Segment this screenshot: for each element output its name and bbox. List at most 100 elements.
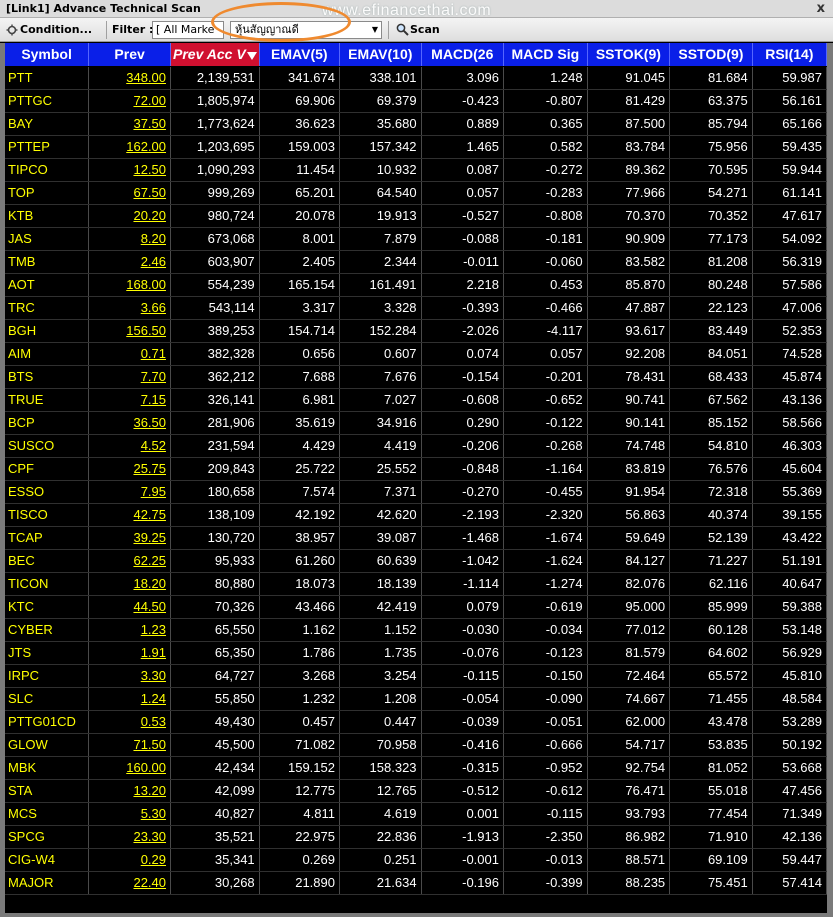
cell-prev[interactable]: 3.66 [88,296,172,320]
cell-prev[interactable]: 42.75 [88,503,172,527]
table-row[interactable]: ESSO 7.95 180,658 7.574 7.371 -0.270 -0.455 91.… [5,480,827,504]
cell-prev[interactable]: 0.71 [88,342,172,366]
cell-prev[interactable]: 22.40 [88,871,172,895]
scan-button[interactable]: Scan [393,20,443,40]
column-header-sstok-9[interactable]: SSTOK(9) [587,43,671,67]
market-filter-field[interactable]: [ All Marke [152,21,224,39]
column-header-emav-5[interactable]: EMAV(5) [259,43,340,67]
cell-prev[interactable]: 25.75 [88,457,172,481]
column-header-prev-acc-vol[interactable]: Prev Acc V [170,43,260,67]
close-icon[interactable]: x [817,0,825,18]
table-row[interactable]: KTC 44.50 70,326 43.466 42.419 0.079 -0.619 95.… [5,595,827,619]
cell-prev[interactable]: 7.95 [88,480,172,504]
cell-prev[interactable]: 18.20 [88,572,172,596]
table-row[interactable]: TCAP 39.25 130,720 38.957 39.087 -1.468 -1.674… [5,526,827,550]
cell-prev[interactable]: 0.53 [88,710,172,734]
cell-prev[interactable]: 7.15 [88,388,172,412]
column-header-label: EMAV(5) [271,46,328,63]
cell-prev[interactable]: 62.25 [88,549,172,573]
table-row[interactable]: BGH 156.50 389,253 154.714 152.284 -2.026 -4.1… [5,319,827,343]
cell-macd-signal: 1.248 [503,66,588,90]
column-header-macd-signal[interactable]: MACD Sig [503,43,588,67]
cell-prev[interactable]: 1.91 [88,641,172,665]
cell-prev-acc-vol: 1,203,695 [170,135,260,159]
table-row[interactable]: BTS 7.70 362,212 7.688 7.676 -0.154 -0.201 78.4… [5,365,827,389]
cell-prev[interactable]: 1.24 [88,687,172,711]
cell-prev[interactable]: 20.20 [88,204,172,228]
column-header-rsi-14[interactable]: RSI(14) [752,43,827,67]
table-row[interactable]: STA 13.20 42,099 12.775 12.765 -0.512 -0.612 76… [5,779,827,803]
cell-prev[interactable]: 348.00 [88,66,172,90]
cell-prev[interactable]: 7.70 [88,365,172,389]
cell-prev[interactable]: 156.50 [88,319,172,343]
cell-prev-acc-vol: 543,114 [170,296,260,320]
cell-prev[interactable]: 1.23 [88,618,172,642]
column-header-macd[interactable]: MACD(26 [421,43,505,67]
table-row[interactable]: CPF 25.75 209,843 25.722 25.552 -0.848 -1.164 8… [5,457,827,481]
table-row[interactable]: BEC 62.25 95,933 61.260 60.639 -1.042 -1.624 84… [5,549,827,573]
cell-rsi-14: 53.289 [752,710,827,734]
table-row[interactable]: PTTGC 72.00 1,805,974 69.906 69.379 -0.423 -0.… [5,89,827,113]
scan-theme-select[interactable]: หุ้นสัญญาณดี ▼ [230,21,382,39]
cell-macd-signal: -0.807 [503,89,588,113]
window-title: [Link1] Advance Technical Scan [6,2,201,15]
table-row[interactable]: AOT 168.00 554,239 165.154 161.491 2.218 0.453… [5,273,827,297]
cell-prev[interactable]: 2.46 [88,250,172,274]
column-header-sstod-9[interactable]: SSTOD(9) [669,43,753,67]
table-row[interactable]: TISCO 42.75 138,109 42.192 42.620 -2.193 -2.32… [5,503,827,527]
column-header-emav-10[interactable]: EMAV(10) [339,43,422,67]
cell-prev[interactable]: 3.30 [88,664,172,688]
table-row[interactable]: SLC 1.24 55,850 1.232 1.208 -0.054 -0.090 74.66… [5,687,827,711]
table-row[interactable]: PTT 348.00 2,139,531 341.674 338.101 3.096 1.2… [5,66,827,90]
cell-prev[interactable]: 0.29 [88,848,172,872]
table-row[interactable]: TMB 2.46 603,907 2.405 2.344 -0.011 -0.060 83.5… [5,250,827,274]
table-row[interactable]: PTTG01CD 0.53 49,430 0.457 0.447 -0.039 -0.051… [5,710,827,734]
table-row[interactable]: CYBER 1.23 65,550 1.162 1.152 -0.030 -0.034 77.… [5,618,827,642]
cell-prev[interactable]: 72.00 [88,89,172,113]
cell-sstok-9: 87.500 [587,112,671,136]
column-header-prev[interactable]: Prev [88,43,172,67]
table-row[interactable]: MAJOR 22.40 30,268 21.890 21.634 -0.196 -0.399… [5,871,827,895]
table-row[interactable]: TIPCO 12.50 1,090,293 11.454 10.932 0.087 -0.2… [5,158,827,182]
cell-prev[interactable]: 12.50 [88,158,172,182]
table-row[interactable]: MCS 5.30 40,827 4.811 4.619 0.001 -0.115 93.793… [5,802,827,826]
table-row[interactable]: AIM 0.71 382,328 0.656 0.607 0.074 0.057 92.208… [5,342,827,366]
table-row[interactable]: PTTEP 162.00 1,203,695 159.003 157.342 1.465 0… [5,135,827,159]
column-header-symbol[interactable]: Symbol [5,43,90,67]
cell-prev[interactable]: 71.50 [88,733,172,757]
table-row[interactable]: SUSCO 4.52 231,594 4.429 4.419 -0.206 -0.268 74… [5,434,827,458]
cell-prev[interactable]: 44.50 [88,595,172,619]
results-grid[interactable]: Symbol Prev Prev Acc V EMAV(5) EMAV(10) MACD(… [5,43,827,913]
cell-prev[interactable]: 23.30 [88,825,172,849]
table-row[interactable]: TICON 18.20 80,880 18.073 18.139 -1.114 -1.274… [5,572,827,596]
table-row[interactable]: TOP 67.50 999,269 65.201 64.540 0.057 -0.283 77… [5,181,827,205]
table-row[interactable]: SPCG 23.30 35,521 22.975 22.836 -1.913 -2.350 8… [5,825,827,849]
cell-macd: 0.001 [421,802,505,826]
cell-prev[interactable]: 67.50 [88,181,172,205]
table-row[interactable]: JTS 1.91 65,350 1.786 1.735 -0.076 -0.123 81.57… [5,641,827,665]
table-row[interactable]: MBK 160.00 42,434 159.152 158.323 -0.315 -0.95… [5,756,827,780]
cell-prev[interactable]: 162.00 [88,135,172,159]
table-row[interactable]: TRUE 7.15 326,141 6.981 7.027 -0.608 -0.652 90.… [5,388,827,412]
table-row[interactable]: BCP 36.50 281,906 35.619 34.916 0.290 -0.122 90… [5,411,827,435]
cell-prev[interactable]: 5.30 [88,802,172,826]
chevron-down-icon[interactable]: ▼ [372,22,378,38]
cell-prev[interactable]: 160.00 [88,756,172,780]
cell-prev[interactable]: 4.52 [88,434,172,458]
cell-prev[interactable]: 168.00 [88,273,172,297]
condition-button[interactable]: Condition... [4,20,104,40]
cell-sstod-9: 85.999 [669,595,753,619]
table-row[interactable]: IRPC 3.30 64,727 3.268 3.254 -0.115 -0.150 72.4… [5,664,827,688]
cell-prev[interactable]: 36.50 [88,411,172,435]
table-row[interactable]: GLOW 71.50 45,500 71.082 70.958 -0.416 -0.666 5… [5,733,827,757]
table-row[interactable]: TRC 3.66 543,114 3.317 3.328 -0.393 -0.466 47.8… [5,296,827,320]
table-row[interactable]: CIG-W4 0.29 35,341 0.269 0.251 -0.001 -0.013 88… [5,848,827,872]
table-row[interactable]: JAS 8.20 673,068 8.001 7.879 -0.088 -0.181 90.9… [5,227,827,251]
cell-prev[interactable]: 8.20 [88,227,172,251]
cell-sstok-9: 81.429 [587,89,671,113]
table-row[interactable]: KTB 20.20 980,724 20.078 19.913 -0.527 -0.808 7… [5,204,827,228]
cell-prev[interactable]: 39.25 [88,526,172,550]
table-row[interactable]: BAY 37.50 1,773,624 36.623 35.680 0.889 0.365 8… [5,112,827,136]
cell-prev[interactable]: 37.50 [88,112,172,136]
cell-prev[interactable]: 13.20 [88,779,172,803]
